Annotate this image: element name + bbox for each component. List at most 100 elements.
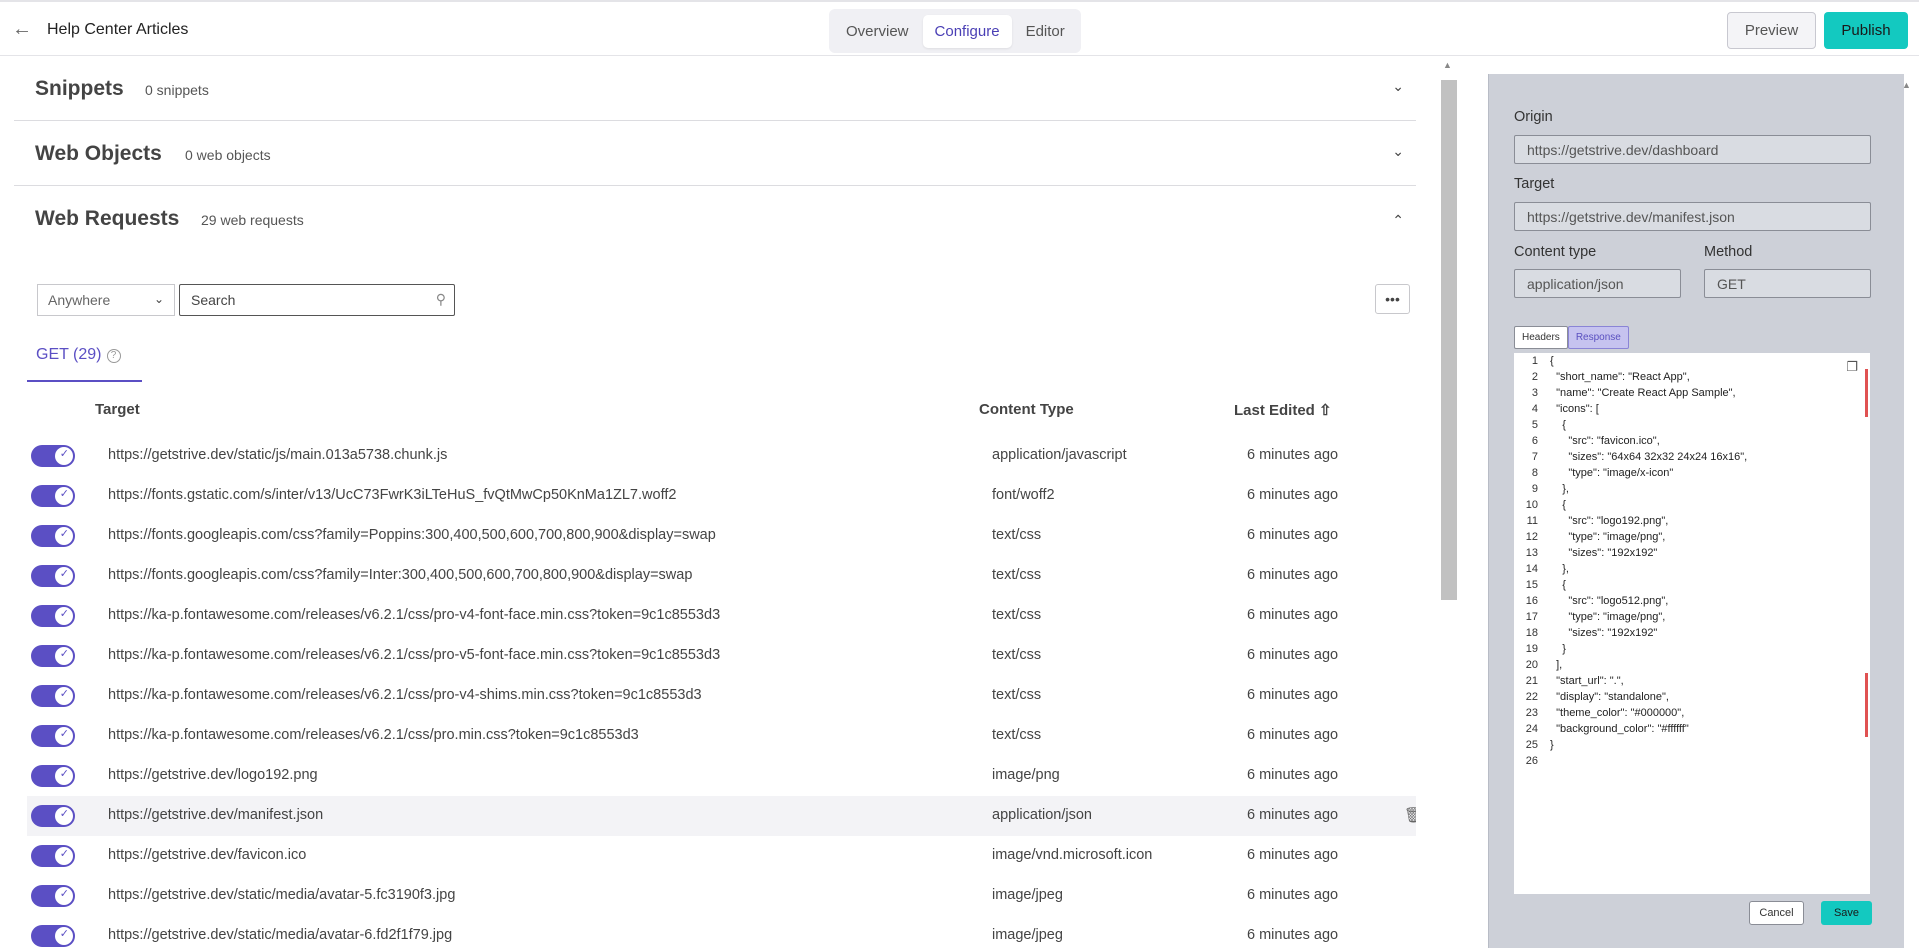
table-row[interactable]: ✓ https://ka-p.fontawesome.com/releases/v…: [27, 636, 1416, 676]
row-target: https://fonts.googleapis.com/css?family=…: [108, 567, 693, 583]
enabled-toggle[interactable]: ✓: [31, 805, 75, 827]
enabled-toggle[interactable]: ✓: [31, 445, 75, 467]
enabled-toggle[interactable]: ✓: [31, 725, 75, 747]
row-target: https://getstrive.dev/static/media/avata…: [108, 927, 453, 943]
table-row-selected[interactable]: ✓ https://getstrive.dev/manifest.json appl…: [27, 796, 1416, 836]
content-type-label: Content type: [1514, 244, 1597, 260]
check-icon: ✓: [59, 568, 69, 580]
code-line: "sizes": "192x192": [1550, 627, 1658, 639]
code-content: { "short_name": "React App", "name": "Cr…: [1550, 353, 1747, 769]
tab-response[interactable]: Response: [1567, 326, 1629, 349]
chevron-down-icon[interactable]: ⌄: [1392, 78, 1404, 95]
line-number: 9: [1531, 483, 1538, 495]
table-row[interactable]: ✓ https://fonts.googleapis.com/css?family…: [27, 516, 1416, 556]
table-row[interactable]: ✓ https://fonts.gstatic.com/s/inter/v13/U…: [27, 476, 1416, 516]
line-number: 7: [1531, 451, 1538, 463]
code-line: "type": "image/png",: [1550, 531, 1666, 543]
check-icon: ✓: [59, 768, 69, 780]
section-web-objects[interactable]: Web Objects 0 web objects ⌄: [14, 121, 1416, 186]
more-options-button[interactable]: •••: [1375, 284, 1410, 314]
target-field[interactable]: https://getstrive.dev/manifest.json: [1514, 202, 1871, 231]
copy-icon[interactable]: ❐: [1846, 359, 1858, 375]
trash-icon[interactable]: 🗑: [1404, 806, 1416, 824]
code-line: {: [1550, 579, 1566, 591]
change-marker: [1865, 673, 1868, 737]
origin-label: Origin: [1514, 109, 1553, 125]
save-button[interactable]: Save: [1821, 901, 1872, 925]
chevron-down-icon[interactable]: ⌄: [1392, 143, 1404, 160]
column-header-target[interactable]: Target: [95, 401, 140, 418]
line-number: 20: [1525, 659, 1538, 671]
row-content-type: text/css: [992, 607, 1042, 623]
row-last-edited: 6 minutes ago: [1247, 727, 1339, 743]
enabled-toggle[interactable]: ✓: [31, 525, 75, 547]
line-number: 12: [1525, 531, 1538, 543]
row-content-type: application/json: [992, 807, 1092, 823]
arrow-left-icon[interactable]: ←: [12, 18, 32, 41]
chevron-up-icon[interactable]: ⌃: [1392, 212, 1404, 229]
enabled-toggle[interactable]: ✓: [31, 565, 75, 587]
table-row[interactable]: ✓ https://getstrive.dev/static/media/avat…: [27, 916, 1416, 948]
change-marker: [1865, 369, 1868, 417]
column-header-last-edited-label: Last Edited: [1234, 402, 1315, 419]
table-row[interactable]: ✓ https://getstrive.dev/static/js/main.01…: [27, 436, 1416, 476]
line-number: 1: [1531, 355, 1538, 367]
line-number: 14: [1525, 563, 1538, 575]
tab-overview[interactable]: Overview: [834, 15, 921, 48]
scroll-up-icon[interactable]: ▲: [1443, 60, 1452, 70]
table-row[interactable]: ✓ https://getstrive.dev/favicon.ico image/…: [27, 836, 1416, 876]
column-header-content-type[interactable]: Content Type: [979, 401, 1074, 418]
scope-select[interactable]: Anywhere ⌄: [37, 284, 175, 316]
origin-field[interactable]: https://getstrive.dev/dashboard: [1514, 135, 1871, 164]
chevron-down-icon: ⌄: [153, 292, 164, 306]
line-number: 22: [1525, 691, 1538, 703]
row-content-type: text/css: [992, 527, 1042, 543]
tab-get[interactable]: GET (29)?: [27, 340, 142, 382]
scroll-up-icon[interactable]: ▲: [1902, 80, 1911, 90]
code-line: "name": "Create React App Sample",: [1550, 387, 1736, 399]
enabled-toggle[interactable]: ✓: [31, 925, 75, 947]
line-number: 2: [1531, 371, 1538, 383]
code-line: },: [1550, 483, 1569, 495]
code-line: "display": "standalone",: [1550, 691, 1669, 703]
content-type-field[interactable]: application/json: [1514, 269, 1681, 298]
preview-button[interactable]: Preview: [1727, 12, 1816, 49]
list-scrollbar-thumb[interactable]: [1441, 80, 1457, 600]
tab-editor[interactable]: Editor: [1014, 15, 1077, 48]
enabled-toggle[interactable]: ✓: [31, 685, 75, 707]
column-header-last-edited[interactable]: Last Edited ⇧: [1234, 401, 1332, 419]
tab-headers[interactable]: Headers: [1514, 326, 1568, 349]
row-content-type: application/javascript: [992, 447, 1127, 463]
code-line: {: [1550, 355, 1554, 367]
enabled-toggle[interactable]: ✓: [31, 645, 75, 667]
enabled-toggle[interactable]: ✓: [31, 605, 75, 627]
enabled-toggle[interactable]: ✓: [31, 885, 75, 907]
table-row[interactable]: ✓ https://getstrive.dev/logo192.png image/…: [27, 756, 1416, 796]
tab-configure[interactable]: Configure: [922, 14, 1012, 48]
response-code-editor[interactable]: 1 2 3 4 5 6 7 8 9 10 11 12 13 14 15 16 17 18 19 20 21 22 23 24 2…: [1514, 353, 1870, 894]
table-row[interactable]: ✓ https://ka-p.fontawesome.com/releases/v…: [27, 596, 1416, 636]
line-number: 17: [1525, 611, 1538, 623]
publish-button[interactable]: Publish: [1824, 12, 1908, 49]
check-icon: ✓: [59, 808, 69, 820]
section-web-requests[interactable]: Web Requests 29 web requests ⌃: [14, 186, 1416, 262]
line-number: 13: [1525, 547, 1538, 559]
search-input[interactable]: Search ⚲: [179, 284, 455, 316]
table-row[interactable]: ✓ https://ka-p.fontawesome.com/releases/v…: [27, 676, 1416, 716]
line-number: 8: [1531, 467, 1538, 479]
enabled-toggle[interactable]: ✓: [31, 845, 75, 867]
enabled-toggle[interactable]: ✓: [31, 485, 75, 507]
table-row[interactable]: ✓ https://getstrive.dev/static/media/avat…: [27, 876, 1416, 916]
enabled-toggle[interactable]: ✓: [31, 765, 75, 787]
section-snippets[interactable]: Snippets 0 snippets ⌄: [14, 56, 1416, 121]
table-row[interactable]: ✓ https://ka-p.fontawesome.com/releases/v…: [27, 716, 1416, 756]
method-field[interactable]: GET: [1704, 269, 1871, 298]
table-row[interactable]: ✓ https://fonts.googleapis.com/css?family…: [27, 556, 1416, 596]
cancel-button[interactable]: Cancel: [1749, 901, 1804, 925]
check-icon: ✓: [59, 888, 69, 900]
help-icon[interactable]: ?: [106, 349, 121, 363]
line-number: 4: [1531, 403, 1538, 415]
row-content-type: image/png: [992, 767, 1060, 783]
code-line: ],: [1550, 659, 1563, 671]
row-content-type: text/css: [992, 727, 1042, 743]
